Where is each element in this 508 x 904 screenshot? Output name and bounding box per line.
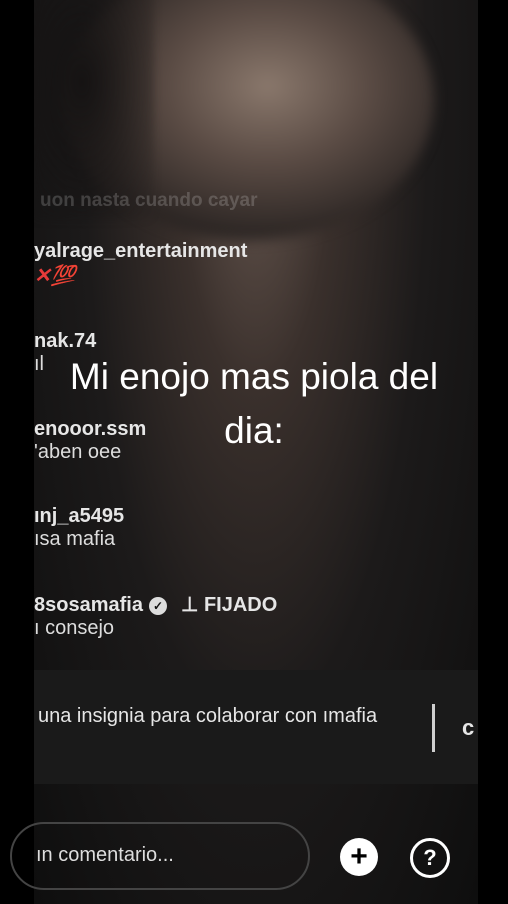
- comment-input[interactable]: ın comentario...: [10, 822, 310, 890]
- caption-line-2: dia:: [224, 410, 284, 451]
- comment-badge: ✕💯: [34, 265, 76, 287]
- plus-icon[interactable]: +: [340, 838, 378, 876]
- collab-text: una insignia para colaborar con ımafia: [38, 705, 378, 727]
- streamer-hair: [34, 0, 154, 220]
- comment-username: 8sosamafia ✓ ⊥ FIJADO: [34, 592, 277, 617]
- screen: uon nasta cuando cayar yalrage_entertain…: [0, 0, 508, 904]
- verified-icon: ✓: [148, 596, 167, 615]
- comment-username-text: 8sosamafia: [34, 594, 143, 616]
- comment-item: yalrage_entertainment ✕💯: [34, 240, 247, 288]
- collab-banner[interactable]: una insignia para colaborar con ımafia c: [34, 670, 478, 784]
- comment-item: ınj_a5495 ısa mafia: [34, 505, 124, 551]
- collab-action[interactable]: c: [462, 715, 474, 741]
- caption-line-1: Mi enojo mas piola del: [69, 356, 439, 397]
- comment-message: ı consejo: [34, 617, 115, 639]
- comment-username: ınj_a5495: [34, 505, 125, 527]
- caption-overlay: Mi enojo mas piola del dia:: [0, 350, 508, 458]
- pin-icon: ⊥: [180, 594, 199, 616]
- faded-comment: uon nasta cuando cayar: [40, 190, 258, 211]
- question-icon[interactable]: ?: [410, 838, 450, 878]
- comment-placeholder: ın comentario...: [36, 844, 174, 866]
- collab-divider: [432, 704, 435, 752]
- pinned-label: FIJADO: [203, 594, 278, 616]
- comment-username: yalrage_entertainment: [34, 240, 248, 262]
- pinned-comment: 8sosamafia ✓ ⊥ FIJADO ı consejo: [34, 592, 277, 640]
- comment-message: ısa mafia: [34, 528, 116, 550]
